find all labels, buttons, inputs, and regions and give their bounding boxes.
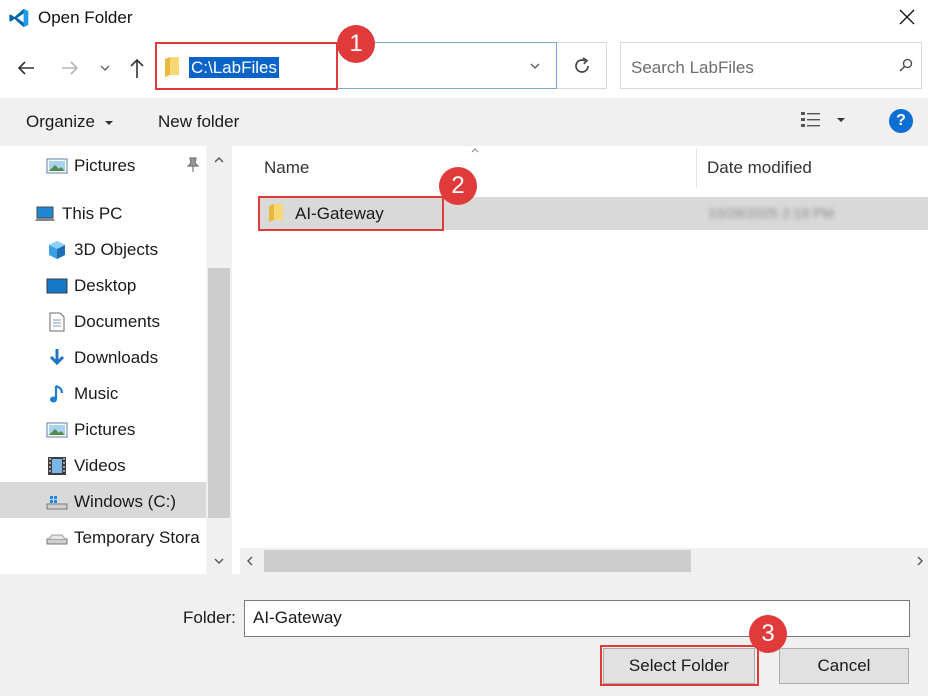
cube-icon	[49, 241, 65, 259]
forward-button[interactable]	[56, 54, 84, 82]
scroll-up-icon[interactable]	[213, 155, 225, 165]
nav-item-videos[interactable]: Videos	[46, 448, 126, 484]
file-date-modified: 10/28/2025 2:19 PM	[708, 205, 835, 221]
caret-down-icon	[104, 120, 113, 125]
nav-item-label: Videos	[74, 456, 126, 475]
nav-item-3d-objects[interactable]: 3D Objects	[46, 232, 158, 268]
recent-locations-button[interactable]	[94, 54, 116, 82]
computer-icon	[35, 206, 55, 221]
close-icon	[899, 9, 915, 25]
folder-label: Folder:	[183, 608, 236, 627]
help-icon[interactable]: ?	[889, 109, 913, 133]
chevron-down-icon	[100, 65, 110, 71]
folder-input[interactable]: AI-Gateway	[244, 600, 910, 637]
caret-down-icon	[837, 118, 845, 122]
nav-item-label: Pictures	[74, 156, 136, 175]
refresh-icon	[574, 56, 589, 73]
address-dropdown-icon[interactable]	[529, 61, 541, 71]
desktop-icon	[46, 278, 68, 294]
cancel-button[interactable]: Cancel	[779, 648, 909, 684]
nav-item-this-pc[interactable]: This PC	[34, 196, 122, 232]
nav-item-downloads[interactable]: Downloads	[46, 340, 158, 376]
organize-button[interactable]: Organize	[26, 112, 114, 132]
nav-item-label: This PC	[62, 204, 123, 223]
scroll-right-icon[interactable]	[915, 555, 925, 567]
column-header-date-modified[interactable]: Date modified	[707, 158, 812, 178]
search-placeholder: Search LabFiles	[631, 58, 754, 77]
callout-box-address	[155, 42, 338, 90]
pictures-icon	[46, 158, 68, 174]
arrow-up-icon	[130, 58, 144, 78]
callout-badge-3: 3	[749, 615, 787, 653]
videos-icon	[48, 457, 66, 475]
nav-item-label: Documents	[74, 312, 160, 331]
nav-item-label: 3D Objects	[74, 240, 159, 259]
callout-box-select	[600, 645, 759, 686]
nav-item-temporary-storage[interactable]: Temporary Stora	[46, 520, 200, 556]
download-icon	[49, 349, 65, 366]
vscode-icon	[9, 8, 29, 28]
nav-item-windows-c[interactable]: Windows (C:)	[46, 484, 176, 520]
music-icon	[50, 384, 64, 403]
nav-item-documents[interactable]: Documents	[46, 304, 160, 340]
arrow-right-icon	[62, 61, 79, 75]
callout-badge-1: 1	[337, 25, 375, 63]
callout-badge-2: 2	[439, 167, 477, 205]
nav-scrollbar-thumb[interactable]	[208, 268, 230, 518]
documents-icon	[49, 312, 65, 332]
nav-item-label: Downloads	[74, 348, 159, 367]
column-divider[interactable]	[696, 148, 697, 188]
details-view-icon	[801, 112, 820, 127]
close-button[interactable]	[892, 3, 922, 31]
arrow-left-icon	[17, 61, 34, 75]
change-view-button[interactable]	[800, 110, 846, 130]
nav-item-pictures-quick[interactable]: Pictures	[46, 148, 135, 184]
nav-item-label: Music	[74, 384, 119, 403]
title-bar	[0, 0, 928, 36]
scroll-down-icon[interactable]	[213, 556, 225, 566]
up-button[interactable]	[123, 54, 151, 82]
nav-item-label: Pictures	[74, 420, 136, 439]
drive-icon	[46, 496, 68, 510]
search-icon	[899, 58, 913, 72]
horizontal-scrollbar-thumb[interactable]	[264, 550, 691, 572]
refresh-button[interactable]	[557, 42, 607, 89]
sort-ascending-icon	[471, 148, 479, 153]
back-button[interactable]	[12, 54, 40, 82]
nav-item-label: Temporary Stora	[74, 528, 200, 547]
column-header-name[interactable]: Name	[264, 158, 309, 178]
nav-item-label: Desktop	[74, 276, 137, 295]
pin-icon	[186, 157, 200, 172]
pictures-icon	[46, 422, 68, 438]
organize-label: Organize	[26, 112, 95, 131]
nav-item-pictures[interactable]: Pictures	[46, 412, 135, 448]
nav-item-desktop[interactable]: Desktop	[46, 268, 136, 304]
callout-box-folder	[258, 196, 444, 231]
window-title: Open Folder	[38, 8, 133, 27]
new-folder-button[interactable]: New folder	[158, 112, 239, 132]
command-bar	[0, 98, 928, 146]
nav-item-label: Windows (C:)	[74, 492, 177, 511]
scroll-left-icon[interactable]	[245, 555, 255, 567]
drive-icon	[46, 534, 68, 545]
nav-item-music[interactable]: Music	[46, 376, 118, 412]
